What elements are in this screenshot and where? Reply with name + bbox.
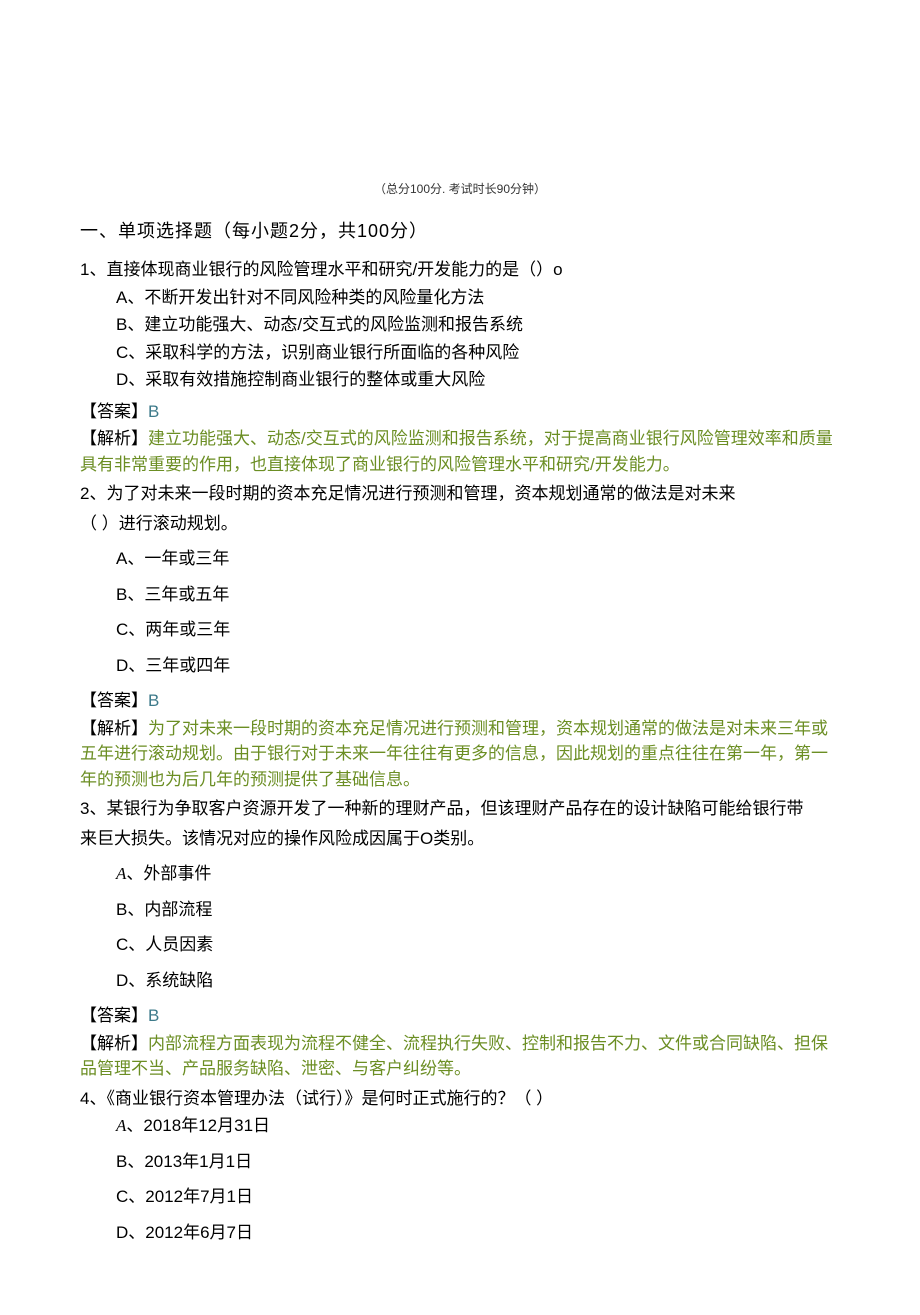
q2-explain: 【解析】为了对未来一段时期的资本充足情况进行预测和管理，资本规划通常的做法是对未… <box>80 716 840 793</box>
q2-options: A、一年或三年 B、三年或五年 C、两年或三年 D、三年或四年 <box>80 546 840 678</box>
q3-answer: 【答案】B <box>80 1003 840 1029</box>
q2-stem-line1: 2、为了对未来一段时期的资本充足情况进行预测和管理，资本规划通常的做法是对未来 <box>80 481 840 507</box>
q1-explain-text: 建立功能强大、动态/交互式的风险监测和报告系统，对于提高商业银行风险管理效率和质… <box>80 429 833 474</box>
q3-a-letter: A <box>116 864 126 883</box>
q1-answer: 【答案】B <box>80 399 840 425</box>
q4-option-b: B、2013年1月1日 <box>116 1149 840 1175</box>
q4-options: A、2018年12月31日 B、2013年1月1日 C、2012年7月1日 D、… <box>80 1113 840 1245</box>
q1-option-a: A、不断开发出针对不同风险种类的风险量化方法 <box>116 285 840 311</box>
q4-a-rest: 、2018年12月31日 <box>126 1116 270 1135</box>
q4-stem: 4、《商业银行资本管理办法（试行）》是何时正式施行的？（ ） <box>80 1086 840 1112</box>
q2-option-c: C、两年或三年 <box>116 617 840 643</box>
q1-option-b: B、建立功能强大、动态/交互式的风险监测和报告系统 <box>116 312 840 338</box>
q1-answer-letter: B <box>148 402 159 421</box>
explain-label: 【解析】 <box>80 719 148 738</box>
q1-explain: 【解析】建立功能强大、动态/交互式的风险监测和报告系统，对于提高商业银行风险管理… <box>80 426 840 477</box>
q3-options: A、外部事件 B、内部流程 C、人员因素 D、系统缺陷 <box>80 861 840 993</box>
q3-explain: 【解析】内部流程方面表现为流程不健全、流程执行失败、控制和报告不力、文件或合同缺… <box>80 1031 840 1082</box>
q3-option-c: C、人员因素 <box>116 932 840 958</box>
exam-info: （总分100分. 考试时长90分钟） <box>80 180 840 198</box>
answer-label: 【答案】 <box>80 1006 148 1025</box>
q2-answer: 【答案】B <box>80 688 840 714</box>
q4-a-letter: A <box>116 1116 126 1135</box>
q3-stem-line2: 来巨大损失。该情况对应的操作风险成因属于O类别。 <box>80 826 840 852</box>
q2-explain-text: 为了对未来一段时期的资本充足情况进行预测和管理，资本规划通常的做法是对未来三年或… <box>80 719 828 789</box>
q3-option-b: B、内部流程 <box>116 897 840 923</box>
explain-label: 【解析】 <box>80 429 148 448</box>
q2-answer-letter: B <box>148 691 159 710</box>
explain-label: 【解析】 <box>80 1034 148 1053</box>
q3-a-rest: 、外部事件 <box>126 864 211 883</box>
q3-explain-text: 内部流程方面表现为流程不健全、流程执行失败、控制和报告不力、文件或合同缺陷、担保… <box>80 1034 828 1079</box>
section-title: 一、单项选择题（每小题2分，共100分） <box>80 218 840 245</box>
q2-option-d: D、三年或四年 <box>116 653 840 679</box>
q1-option-d: D、采取有效措施控制商业银行的整体或重大风险 <box>116 367 840 393</box>
answer-label: 【答案】 <box>80 402 148 421</box>
q3-stem-line1: 3、某银行为争取客户资源开发了一种新的理财产品，但该理财产品存在的设计缺陷可能给… <box>80 796 840 822</box>
q4-option-d: D、2012年6月7日 <box>116 1220 840 1246</box>
document-page: （总分100分. 考试时长90分钟） 一、单项选择题（每小题2分，共100分） … <box>0 0 920 1315</box>
answer-label: 【答案】 <box>80 691 148 710</box>
q3-answer-letter: B <box>148 1006 159 1025</box>
q2-stem-line2: （ ）进行滚动规划。 <box>80 511 840 537</box>
q1-option-c: C、采取科学的方法，识别商业银行所面临的各种风险 <box>116 340 840 366</box>
q2-option-b: B、三年或五年 <box>116 582 840 608</box>
q1-stem: 1、直接体现商业银行的风险管理水平和研究/开发能力的是（）o <box>80 257 840 283</box>
q3-option-d: D、系统缺陷 <box>116 968 840 994</box>
q4-option-a: A、2018年12月31日 <box>116 1113 840 1139</box>
q2-option-a: A、一年或三年 <box>116 546 840 572</box>
q3-option-a: A、外部事件 <box>116 861 840 887</box>
q1-options: A、不断开发出针对不同风险种类的风险量化方法 B、建立功能强大、动态/交互式的风… <box>80 285 840 393</box>
q4-option-c: C、2012年7月1日 <box>116 1184 840 1210</box>
